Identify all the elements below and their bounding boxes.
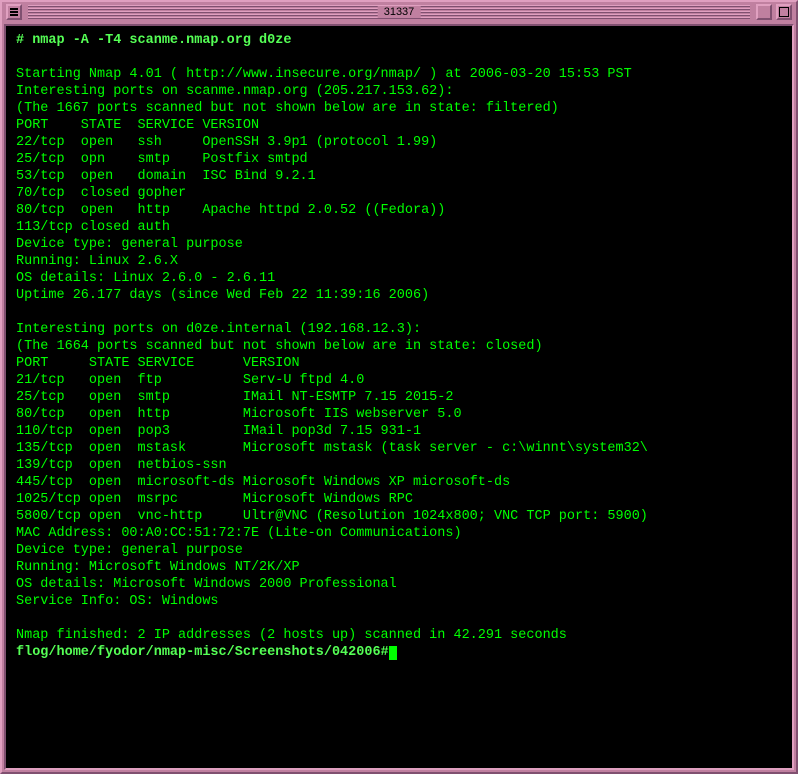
output-line: Interesting ports on scanme.nmap.org (20… xyxy=(16,84,453,99)
port-row: 113/tcp closed auth xyxy=(16,220,170,235)
output-line: Device type: general purpose xyxy=(16,237,243,252)
minimize-button[interactable] xyxy=(756,4,772,20)
port-row: 135/tcp open mstask Microsoft mstask (ta… xyxy=(16,441,648,456)
maximize-button[interactable] xyxy=(776,4,792,20)
terminal-output[interactable]: # nmap -A -T4 scanme.nmap.org d0ze Start… xyxy=(4,24,794,770)
output-line: Service Info: OS: Windows xyxy=(16,594,219,609)
output-line: Nmap finished: 2 IP addresses (2 hosts u… xyxy=(16,628,567,643)
port-row: 139/tcp open netbios-ssn xyxy=(16,458,227,473)
table-header: PORT STATE SERVICE VERSION xyxy=(16,118,259,133)
output-line: OS details: Linux 2.6.0 - 2.6.11 xyxy=(16,271,275,286)
output-line: (The 1667 ports scanned but not shown be… xyxy=(16,101,559,116)
titlebar[interactable]: 31337 xyxy=(2,2,796,22)
port-row: 80/tcp open http Microsoft IIS webserver… xyxy=(16,407,462,422)
window-title: 31337 xyxy=(378,6,421,18)
port-row: 25/tcp opn smtp Postfix smtpd xyxy=(16,152,308,167)
port-row: 80/tcp open http Apache httpd 2.0.52 ((F… xyxy=(16,203,445,218)
terminal-window: 31337 # nmap -A -T4 scanme.nmap.org d0ze… xyxy=(0,0,798,774)
output-line: Device type: general purpose xyxy=(16,543,243,558)
output-line: OS details: Microsoft Windows 2000 Profe… xyxy=(16,577,397,592)
table-header: PORT STATE SERVICE VERSION xyxy=(16,356,300,371)
output-line: Running: Microsoft Windows NT/2K/XP xyxy=(16,560,300,575)
port-row: 70/tcp closed gopher xyxy=(16,186,186,201)
output-line: Starting Nmap 4.01 ( http://www.insecure… xyxy=(16,67,632,82)
output-line: (The 1664 ports scanned but not shown be… xyxy=(16,339,543,354)
port-row: 22/tcp open ssh OpenSSH 3.9p1 (protocol … xyxy=(16,135,437,150)
cursor xyxy=(389,646,397,660)
output-line: Running: Linux 2.6.X xyxy=(16,254,178,269)
shell-prompt: flog/home/fyodor/nmap-misc/Screenshots/0… xyxy=(16,645,389,660)
port-row: 5800/tcp open vnc-http Ultr@VNC (Resolut… xyxy=(16,509,648,524)
port-row: 1025/tcp open msrpc Microsoft Windows RP… xyxy=(16,492,413,507)
port-row: 53/tcp open domain ISC Bind 9.2.1 xyxy=(16,169,316,184)
port-row: 445/tcp open microsoft-ds Microsoft Wind… xyxy=(16,475,510,490)
output-line: Uptime 26.177 days (since Wed Feb 22 11:… xyxy=(16,288,429,303)
output-line: MAC Address: 00:A0:CC:51:72:7E (Lite-on … xyxy=(16,526,462,541)
command-line: # nmap -A -T4 scanme.nmap.org d0ze xyxy=(16,33,291,48)
port-row: 25/tcp open smtp IMail NT-ESMTP 7.15 201… xyxy=(16,390,453,405)
port-row: 110/tcp open pop3 IMail pop3d 7.15 931-1 xyxy=(16,424,421,439)
window-menu-button[interactable] xyxy=(6,4,22,20)
output-line: Interesting ports on d0ze.internal (192.… xyxy=(16,322,421,337)
port-row: 21/tcp open ftp Serv-U ftpd 4.0 xyxy=(16,373,364,388)
